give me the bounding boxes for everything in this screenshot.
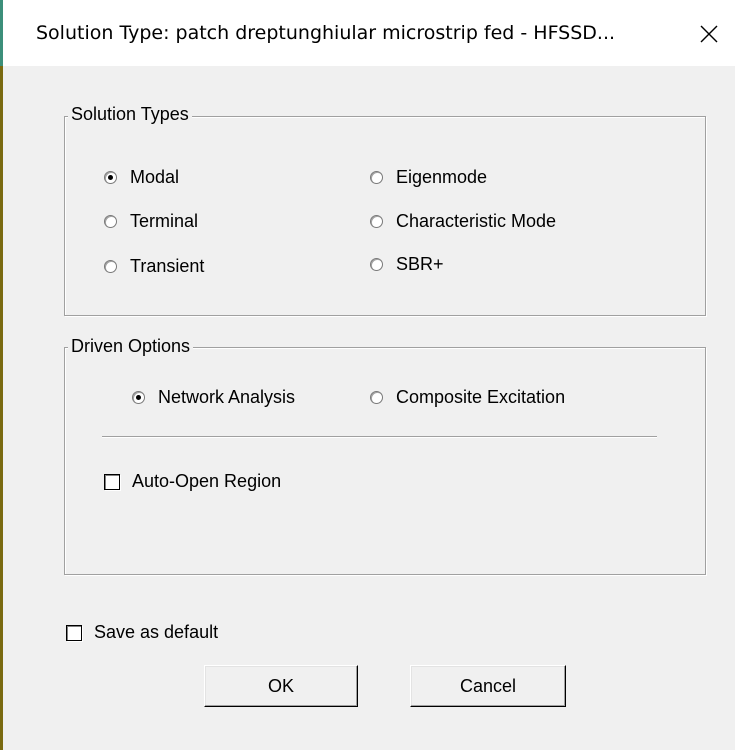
ok-button[interactable]: OK xyxy=(204,665,358,707)
radio-indicator xyxy=(370,391,383,404)
radio-characteristic-mode[interactable]: Characteristic Mode xyxy=(370,211,556,232)
close-button[interactable] xyxy=(689,14,729,54)
radio-label: Terminal xyxy=(130,211,199,231)
radio-modal[interactable]: Modal xyxy=(104,167,179,188)
radio-label: Modal xyxy=(130,167,180,187)
radio-indicator xyxy=(104,215,117,228)
solution-types-legend: Solution Types xyxy=(68,104,192,125)
checkbox-label: Auto-Open Region xyxy=(132,471,282,491)
radio-indicator xyxy=(370,171,383,184)
checkbox-indicator xyxy=(66,624,82,641)
radio-label: SBR+ xyxy=(396,254,444,274)
driven-options-frame xyxy=(64,347,706,575)
radio-indicator xyxy=(132,391,145,404)
radio-label: Composite Excitation xyxy=(396,387,566,407)
window-left-edge xyxy=(0,0,3,750)
radio-label: Transient xyxy=(130,256,205,276)
radio-transient[interactable]: Transient xyxy=(104,256,204,277)
radio-sbr-plus[interactable]: SBR+ xyxy=(370,254,444,275)
radio-composite-excitation[interactable]: Composite Excitation xyxy=(370,387,565,408)
checkbox-label: Save as default xyxy=(94,622,219,642)
radio-label: Network Analysis xyxy=(158,387,296,407)
auto-open-region-checkbox[interactable]: Auto-Open Region xyxy=(104,471,281,492)
radio-indicator xyxy=(104,171,117,184)
cancel-button[interactable]: Cancel xyxy=(410,665,566,707)
close-icon xyxy=(700,25,718,43)
radio-network-analysis[interactable]: Network Analysis xyxy=(132,387,295,408)
radio-label: Eigenmode xyxy=(396,167,488,187)
radio-label: Characteristic Mode xyxy=(396,211,557,231)
radio-indicator xyxy=(370,258,383,271)
checkbox-indicator xyxy=(104,473,120,490)
driven-options-separator xyxy=(102,436,657,438)
driven-options-legend: Driven Options xyxy=(68,336,194,357)
window-title: Solution Type: patch dreptunghiular micr… xyxy=(36,22,616,44)
save-as-default-checkbox[interactable]: Save as default xyxy=(66,622,218,643)
title-bar: Solution Type: patch dreptunghiular micr… xyxy=(3,0,735,66)
radio-terminal[interactable]: Terminal xyxy=(104,211,198,232)
radio-indicator xyxy=(370,215,383,228)
radio-indicator xyxy=(104,260,117,273)
radio-eigenmode[interactable]: Eigenmode xyxy=(370,167,487,188)
